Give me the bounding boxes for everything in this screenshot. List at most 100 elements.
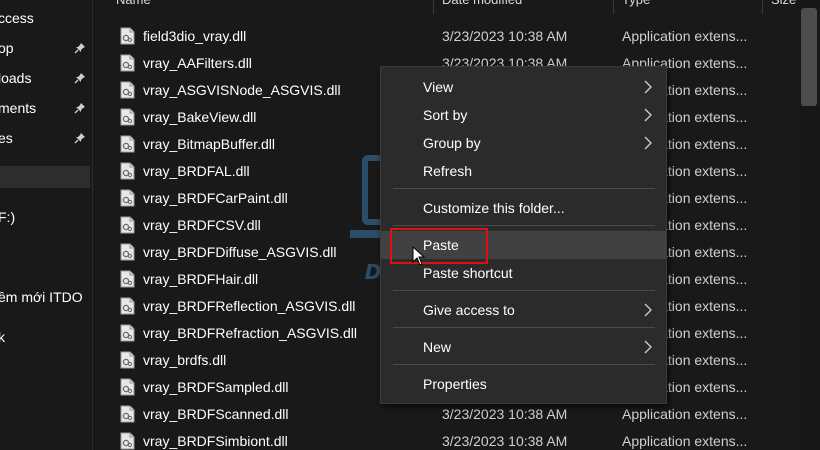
file-name: vray_BRDFRefraction_ASGVIS.dll (143, 325, 357, 341)
menu-item-label: Refresh (423, 163, 473, 179)
menu-item-label: Properties (423, 376, 487, 392)
dll-file-icon (120, 405, 135, 423)
dll-file-icon (120, 351, 135, 369)
pin-icon (74, 43, 85, 54)
column-header-size[interactable]: Size (771, 0, 796, 10)
nav-item-label: es (0, 130, 13, 146)
menu-item-label: Group by (423, 135, 481, 151)
menu-item-label: View (423, 79, 454, 95)
menu-separator (393, 327, 655, 328)
nav-item-label: ments (0, 100, 37, 116)
file-name: vray_BitmapBuffer.dll (143, 136, 276, 152)
dll-file-icon (120, 378, 135, 396)
context-menu: View Sort by Group by Refresh Customize this… (380, 66, 667, 404)
column-header-name[interactable]: Name (116, 0, 151, 10)
nav-item[interactable]: F:) (0, 206, 90, 228)
dll-file-icon (120, 432, 135, 450)
file-name: vray_BRDFHair.dll (143, 271, 259, 287)
dll-file-icon (120, 81, 135, 99)
chevron-right-icon (644, 136, 652, 150)
menu-item-label: Paste (423, 237, 459, 253)
nav-item[interactable]: loads (0, 67, 90, 89)
chevron-right-icon (644, 108, 652, 122)
column-separator[interactable] (613, 0, 614, 14)
navigation-pane: ccess op loads ments es F:) ềm mới ITDO k (0, 0, 92, 450)
menu-item-sort-by[interactable]: Sort by (381, 101, 666, 129)
dll-file-icon (120, 324, 135, 342)
nav-item[interactable]: ềm mới ITDO (0, 286, 90, 308)
file-date-modified: 3/23/2023 10:38 AM (442, 406, 568, 422)
file-name: vray_BRDFSampled.dll (143, 379, 289, 395)
nav-item-label: loads (0, 70, 32, 86)
dll-file-icon (120, 189, 135, 207)
nav-item[interactable]: k (0, 326, 90, 348)
nav-item-label: F:) (0, 209, 16, 225)
column-header-date[interactable]: Date modified (442, 0, 522, 10)
dll-file-icon (120, 27, 135, 45)
pin-icon (74, 73, 85, 84)
dll-file-icon (120, 216, 135, 234)
menu-item-paste-shortcut[interactable]: Paste shortcut (381, 259, 666, 287)
file-name: vray_AAFilters.dll (143, 55, 252, 71)
file-date-modified: 3/23/2023 10:38 AM (442, 28, 568, 44)
nav-item[interactable]: es (0, 127, 90, 149)
file-name: vray_BRDFCSV.dll (143, 217, 261, 233)
menu-item-give-access-to[interactable]: Give access to (381, 296, 666, 324)
nav-item[interactable]: ments (0, 97, 90, 119)
menu-separator (393, 364, 655, 365)
file-name: vray_BRDFAL.dll (143, 163, 250, 179)
column-separator[interactable] (433, 0, 434, 14)
menu-separator (393, 290, 655, 291)
nav-item-label: ccess (0, 10, 34, 26)
file-name: vray_BRDFScanned.dll (143, 406, 289, 422)
menu-item-customize-this-folder[interactable]: Customize this folder... (381, 194, 666, 222)
nav-item[interactable]: op (0, 37, 90, 59)
menu-item-view[interactable]: View (381, 73, 666, 101)
file-name: vray_BRDFCarPaint.dll (143, 190, 288, 206)
menu-item-paste[interactable]: Paste (381, 231, 666, 259)
file-date-modified: 3/23/2023 10:38 AM (442, 433, 568, 449)
dll-file-icon (120, 54, 135, 72)
dll-file-icon (120, 270, 135, 288)
file-name: vray_BRDFDiffuse_ASGVIS.dll (143, 244, 337, 260)
menu-item-label: Give access to (423, 302, 515, 318)
pin-icon (74, 133, 85, 144)
file-name: vray_brdfs.dll (143, 352, 227, 368)
pin-icon (74, 103, 85, 114)
dll-file-icon (120, 162, 135, 180)
dll-file-icon (120, 135, 135, 153)
menu-separator (393, 188, 655, 189)
menu-item-group-by[interactable]: Group by (381, 129, 666, 157)
file-type: Application extens... (622, 406, 748, 422)
menu-item-properties[interactable]: Properties (381, 370, 666, 398)
dll-file-icon (120, 108, 135, 126)
menu-separator (393, 225, 655, 226)
file-name: vray_BakeView.dll (143, 109, 257, 125)
chevron-right-icon (644, 303, 652, 317)
nav-item-label: k (0, 329, 5, 345)
file-name: vray_ASGVISNode_ASGVIS.dll (143, 82, 341, 98)
nav-item[interactable] (0, 166, 90, 188)
file-row[interactable]: vray_BRDFSimbiont.dll 3/23/2023 10:38 AM A… (93, 428, 800, 450)
file-name: vray_BRDFSimbiont.dll (143, 433, 288, 449)
menu-item-label: Sort by (423, 107, 468, 123)
column-header-type[interactable]: Type (622, 0, 650, 10)
menu-item-refresh[interactable]: Refresh (381, 157, 666, 185)
file-name: field3dio_vray.dll (143, 28, 247, 44)
file-type: Application extens... (622, 433, 748, 449)
nav-item[interactable]: ccess (0, 7, 90, 29)
menu-item-label: New (423, 339, 452, 355)
chevron-right-icon (644, 340, 652, 354)
scrollbar-thumb[interactable] (801, 8, 817, 106)
menu-item-new[interactable]: New (381, 333, 666, 361)
column-separator[interactable] (762, 0, 763, 14)
dll-file-icon (120, 243, 135, 261)
file-name: vray_BRDFReflection_ASGVIS.dll (143, 298, 356, 314)
file-row[interactable]: vray_BRDFScanned.dll 3/23/2023 10:38 AM Ap… (93, 401, 800, 428)
menu-item-label: Customize this folder... (423, 200, 565, 216)
chevron-right-icon (644, 80, 652, 94)
file-row[interactable]: field3dio_vray.dll 3/23/2023 10:38 AM Appl… (93, 23, 800, 50)
nav-item-label: ềm mới ITDO (0, 289, 83, 305)
menu-item-label: Paste shortcut (423, 265, 513, 281)
file-type: Application extens... (622, 28, 748, 44)
